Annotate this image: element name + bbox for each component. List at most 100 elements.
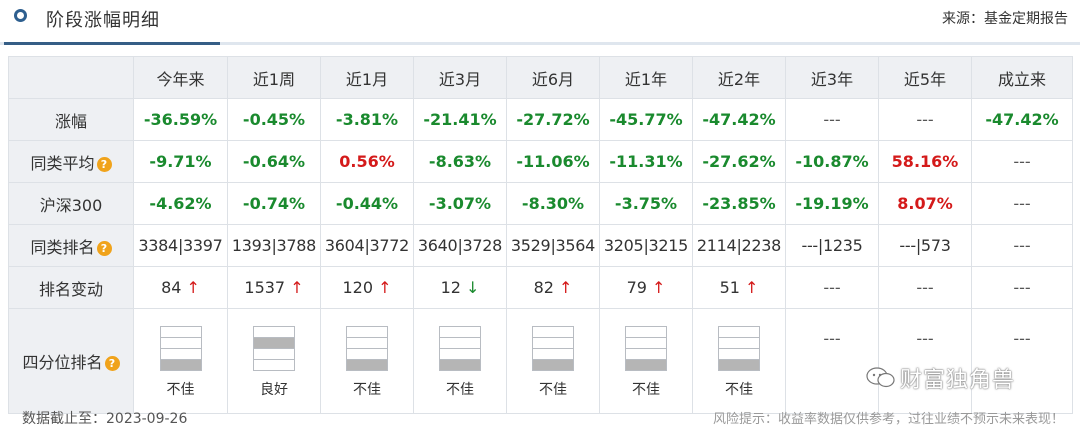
table-cell: -21.41% — [413, 98, 507, 141]
table-cell: -27.62% — [692, 140, 786, 183]
table-cell: -8.63% — [413, 140, 507, 183]
quartile-label: 不佳 — [539, 382, 567, 398]
rank-change-value: 84 — [161, 278, 182, 297]
row-label-text: 涨幅 — [54, 111, 87, 131]
table-cell: -19.19% — [785, 182, 879, 225]
row-label: 同类平均? — [8, 140, 134, 183]
table-row: 排名变动 84 ↑ 1537 ↑ 120 ↑ 12 ↓ 82 ↑ 79 ↑ 51 ↑ --- --… — [8, 266, 1073, 309]
quartile-bar — [159, 359, 202, 371]
row-label-text: 同类排名 — [30, 237, 95, 257]
circle-icon — [14, 9, 27, 22]
table-cell: --- — [785, 266, 879, 309]
quartile-bars — [253, 326, 295, 371]
quartile-bar — [718, 359, 760, 371]
quartile-bar — [346, 359, 388, 371]
column-header: 近5年 — [878, 56, 972, 99]
quartile-label: 良好 — [260, 382, 288, 398]
arrow-down-icon: ↓ — [460, 278, 480, 297]
column-header: 近3月 — [413, 56, 507, 99]
table-cell: -36.59% — [133, 98, 228, 141]
rank-change-value: 51 — [719, 278, 740, 297]
row-label: 沪深300 — [8, 182, 134, 225]
table-cell: -0.64% — [227, 140, 321, 183]
table-cell: --- — [971, 182, 1073, 225]
table-cell: ---|1235 — [785, 224, 879, 267]
quartile-bars — [718, 326, 760, 371]
table-cell: --- — [971, 308, 1073, 414]
table-cell: 0.56% — [320, 140, 414, 183]
header-accent-line — [4, 42, 220, 45]
arrow-up-icon: ↑ — [553, 278, 573, 297]
help-icon[interactable]: ? — [96, 240, 112, 256]
quartile-bars — [625, 326, 667, 371]
section-title: 阶段涨幅明细 — [46, 10, 160, 31]
column-header: 近1月 — [320, 56, 414, 99]
row-label: 同类排名? — [8, 224, 134, 267]
arrow-up-icon: ↑ — [181, 278, 200, 297]
table-cell: 不佳 — [692, 308, 786, 414]
table-cell: --- — [971, 140, 1073, 183]
help-icon[interactable]: ? — [96, 156, 112, 172]
table-cell: 不佳 — [320, 308, 414, 414]
rank-change-value: 120 — [342, 278, 374, 297]
table-cell: 3529|3564 — [506, 224, 600, 267]
table-cell: --- — [785, 308, 879, 414]
arrow-up-icon: ↑ — [646, 278, 666, 297]
quartile-label: 不佳 — [353, 382, 381, 398]
row-label-text: 排名变动 — [38, 279, 103, 299]
table-cell: -9.71% — [133, 140, 228, 183]
table-cell: 58.16% — [878, 140, 972, 183]
arrow-up-icon: ↑ — [285, 278, 304, 297]
table-cell: --- — [878, 308, 972, 414]
table-cell: -27.72% — [506, 98, 600, 141]
quartile-label: 不佳 — [446, 382, 474, 398]
stage-gain-table: 今年来 近1周 近1月 近3月 近6月 近1年 近2年 近3年 近5年 成立来 涨幅 -36.59%… — [8, 56, 1073, 414]
table-cell: 不佳 — [599, 308, 693, 414]
table-cell: --- — [878, 98, 972, 141]
risk-notice: 风险提示：收益率数据仅供参考，过往业绩不预示未来表现！ — [712, 412, 1064, 427]
table-cell: -47.42% — [692, 98, 786, 141]
rank-change-value: 1537 — [244, 278, 286, 297]
table-cell: 3205|3215 — [599, 224, 693, 267]
row-label-text: 沪深300 — [39, 195, 103, 215]
table-cell: 1393|3788 — [227, 224, 321, 267]
table-cell: -47.42% — [971, 98, 1073, 141]
rank-change-value: 12 — [440, 278, 461, 297]
row-label: 涨幅 — [8, 98, 134, 141]
quartile-label: 不佳 — [632, 382, 660, 398]
quartile-bar — [439, 359, 481, 371]
rank-change-value: 82 — [533, 278, 554, 297]
table-cell: --- — [971, 266, 1073, 309]
column-header: 成立来 — [971, 56, 1073, 99]
quartile-bars — [159, 326, 202, 371]
quartile-bar — [532, 359, 574, 371]
watermark: 财富独角兽 — [866, 362, 1015, 396]
table-cell: 8.07% — [878, 182, 972, 225]
table-cell: -3.81% — [320, 98, 414, 141]
table-cell: 12 ↓ — [413, 266, 507, 309]
table-cell: -3.75% — [599, 182, 693, 225]
table-cell: 84 ↑ — [133, 266, 228, 309]
table-row: 同类排名? 3384|3397 1393|3788 3604|3772 3640|372… — [8, 224, 1073, 267]
arrow-up-icon: ↑ — [373, 278, 392, 297]
quartile-bar — [253, 359, 295, 371]
quartile-label: 不佳 — [725, 382, 753, 398]
rank-change-value: --- — [1013, 278, 1031, 297]
row-label-text: 同类平均 — [30, 153, 95, 173]
table-cell: 3384|3397 — [133, 224, 228, 267]
quartile-bars — [346, 326, 388, 371]
row-label: 排名变动 — [8, 266, 134, 309]
table-cell: 不佳 — [133, 308, 228, 414]
table-cell: 良好 — [227, 308, 321, 414]
table-cell: 不佳 — [413, 308, 507, 414]
table-cell: 51 ↑ — [692, 266, 786, 309]
help-icon[interactable]: ? — [104, 356, 120, 371]
section-header: 阶段涨幅明细 来源：基金定期报告 — [0, 0, 1080, 45]
column-header: 近1周 — [227, 56, 321, 99]
table-cell: 2114|2238 — [692, 224, 786, 267]
table-cell: -8.30% — [506, 182, 600, 225]
table-cell: 120 ↑ — [320, 266, 414, 309]
table-cell: -45.77% — [599, 98, 693, 141]
wechat-icon — [866, 366, 896, 396]
table-cell: ---|573 — [878, 224, 972, 267]
